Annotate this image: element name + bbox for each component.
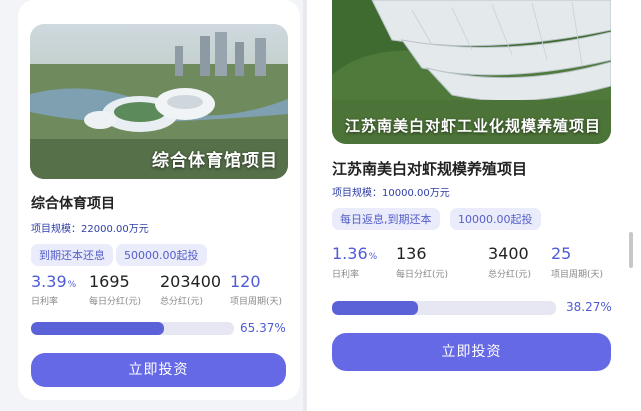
progress-bar-fill	[332, 301, 418, 315]
project-title: 江苏南美白对虾规模养殖项目	[332, 160, 528, 178]
daily-dividend-value: 1695	[89, 272, 130, 291]
invest-now-button[interactable]: 立即投资	[332, 333, 611, 371]
progress-bar-fill	[31, 322, 164, 335]
greenhouse-photo[interactable]: 江苏南美白对虾工业化规模养殖项目	[332, 0, 611, 144]
daily-rate-value: 1.36%	[332, 244, 378, 263]
project-period-label: 项目周期(天)	[230, 297, 283, 307]
progress-percent: 38.27%	[566, 300, 612, 314]
daily-dividend-label: 每日分红(元)	[396, 270, 449, 280]
total-dividend-label: 总分红(元)	[160, 297, 204, 307]
total-dividend-value: 203400	[160, 272, 222, 291]
project-title: 综合体育项目	[31, 196, 115, 212]
progress-bar	[31, 322, 234, 335]
repayment-tag: 每日返息,到期还本	[332, 208, 440, 230]
invest-now-button[interactable]: 立即投资	[31, 353, 286, 387]
daily-rate-label: 日利率	[332, 270, 360, 280]
project-scale: 项目规模：22000.00万元	[31, 224, 149, 235]
total-dividend-label: 总分红(元)	[488, 270, 532, 280]
project-period-value: 25	[551, 244, 572, 263]
project-card-shrimp[interactable]: 江苏南美白对虾工业化规模养殖项目 江苏南美白对虾规模养殖项目 项目规模：1000…	[318, 0, 623, 400]
project-card-stadium[interactable]: 综合体育馆项目 综合体育项目 项目规模：22000.00万元 到期还本还息 50…	[18, 0, 300, 400]
image-caption: 综合体育馆项目	[152, 151, 278, 171]
total-dividend-value: 3400	[488, 244, 529, 263]
daily-dividend-value: 136	[396, 244, 427, 263]
project-scale: 项目规模：10000.00万元	[332, 188, 450, 199]
min-invest-tag: 50000.00起投	[116, 244, 207, 266]
progress-bar	[332, 301, 556, 315]
panel-divider	[303, 0, 307, 411]
project-period-label: 项目周期(天)	[551, 270, 604, 280]
image-caption: 江苏南美白对虾工业化规模养殖项目	[344, 117, 601, 135]
daily-rate-value: 3.39%	[31, 272, 77, 291]
min-invest-tag: 10000.00起投	[450, 208, 541, 230]
stadium-photo[interactable]: 综合体育馆项目	[30, 24, 288, 179]
scrollbar-thumb[interactable]	[629, 232, 633, 268]
daily-rate-label: 日利率	[31, 297, 59, 307]
project-period-value: 120	[230, 272, 261, 291]
progress-percent: 65.37%	[240, 321, 286, 335]
repayment-tag: 到期还本还息	[31, 244, 113, 266]
daily-dividend-label: 每日分红(元)	[89, 297, 142, 307]
